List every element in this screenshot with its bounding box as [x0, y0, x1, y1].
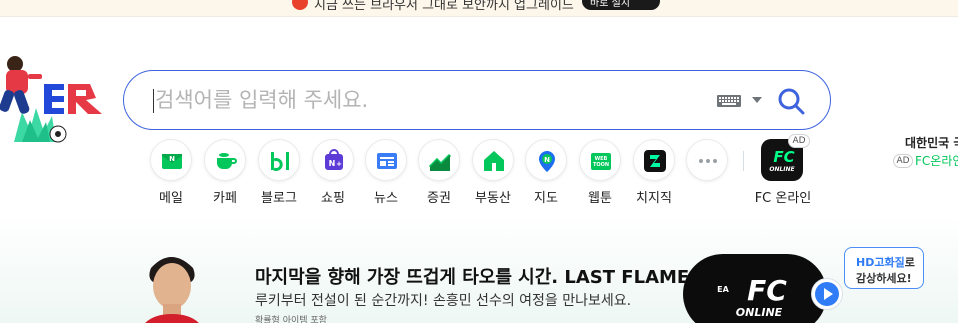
shortcut-label: 증권 [427, 191, 451, 206]
shortcut-label: 메일 [159, 191, 183, 206]
svg-text:FC: FC [773, 148, 794, 166]
hd-tooltip: HD고화질로 감상하세요! [844, 247, 924, 289]
svg-text:ONLINE: ONLINE [769, 166, 795, 173]
banner-note: 확률형 아이템 포함 [255, 316, 327, 323]
svg-text:TOON: TOON [593, 162, 609, 168]
svg-text:ONLINE: ONLINE [736, 306, 783, 319]
ad-badge: AD [893, 154, 913, 168]
keyboard-icon[interactable] [717, 95, 741, 107]
shortcut-label: 뉴스 [374, 191, 398, 206]
webtoon-icon: WEB TOON [579, 139, 621, 181]
shortcut-blog[interactable]: 블로그 [257, 139, 301, 206]
shortcut-stock[interactable]: 증권 [417, 139, 461, 206]
more-icon [686, 139, 728, 181]
tooltip-line1: 로 [904, 256, 915, 269]
cafe-icon [204, 139, 246, 181]
banner-title: 마지막을 향해 가장 뜨겁게 타오를 시간. LAST FLAME. [255, 267, 697, 288]
doodle-logo-image [0, 56, 102, 143]
shortcut-label: FC 온라인 [754, 191, 812, 206]
shortcut-label: 웹툰 [588, 191, 612, 206]
shortcut-fc-online[interactable]: FC ONLINE FC 온라인 [755, 139, 811, 206]
notice-install-button[interactable]: 바로 설치 [582, 0, 660, 10]
shortcut-news[interactable]: 뉴스 [364, 139, 408, 206]
svg-text:N: N [169, 155, 175, 163]
doodle-logo[interactable] [0, 50, 110, 146]
notice-bar: 지금 쓰는 브라우저 그대로 보안까지 업그레이드 바로 설치 [0, 0, 958, 17]
mail-icon: N [150, 139, 192, 181]
ad-badge: AD [788, 134, 810, 148]
stock-icon [418, 139, 460, 181]
shortcut-label: 블로그 [261, 191, 297, 206]
tooltip-line2: 감상하세요! [856, 272, 912, 285]
right-widget-title: 대한민국 국 [905, 136, 958, 150]
shortcut-cafe[interactable]: 카페 [203, 139, 247, 206]
shortcut-realestate[interactable]: 부동산 [471, 139, 515, 206]
svg-text:N: N [544, 156, 550, 164]
shopping-icon: N + [312, 139, 354, 181]
notice-install-label: 바로 설치 [590, 0, 630, 9]
shortcut-divider [743, 151, 744, 171]
right-widget-link[interactable]: FC온라인 [915, 152, 958, 169]
shortcut-chzzk[interactable]: 치지직 [632, 139, 676, 206]
banner-subtitle: 루키부터 전설이 된 순간까지! 손흥민 선수의 여정을 만나보세요. [255, 293, 632, 309]
shortcut-label: 치지직 [636, 191, 672, 206]
notice-text: 지금 쓰는 브라우저 그대로 보안까지 업그레이드 [314, 0, 574, 13]
naver-home: 지금 쓰는 브라우저 그대로 보안까지 업그레이드 바로 설치 검색어를 입력해… [0, 0, 958, 323]
shortcut-webtoon[interactable]: WEB TOON 웹툰 [578, 139, 622, 206]
alert-icon [292, 0, 308, 10]
shortcut-more[interactable] [685, 139, 729, 181]
search-input[interactable] [155, 83, 675, 117]
text-cursor [153, 89, 154, 113]
fc-online-logo: EA FC ONLINE [717, 274, 787, 319]
shortcut-shopping[interactable]: N + 쇼핑 [311, 139, 355, 206]
shortcut-label: 지도 [534, 191, 558, 206]
shortcut-mail[interactable]: N 메일 [149, 139, 193, 206]
fc-online-card[interactable]: EA FC ONLINE [683, 254, 827, 323]
shortcut-map[interactable]: N 지도 [524, 139, 568, 206]
promo-banner[interactable]: 마지막을 향해 가장 뜨겁게 타오를 시간. LAST FLAME. 루키부터 … [0, 215, 958, 323]
svg-text:FC: FC [747, 274, 787, 307]
search-box [123, 70, 831, 130]
play-button[interactable] [811, 278, 843, 310]
svg-text:N: N [329, 159, 336, 168]
blog-icon [258, 139, 300, 181]
player-photo [145, 257, 199, 323]
map-icon: N [525, 139, 567, 181]
svg-text:+: + [336, 160, 342, 168]
search-icon[interactable] [777, 87, 805, 115]
chzzk-icon [633, 139, 675, 181]
play-icon [815, 282, 839, 306]
news-icon [365, 139, 407, 181]
caret-down-icon[interactable] [752, 97, 762, 103]
tooltip-highlight: HD고화질 [856, 256, 905, 269]
realestate-icon [472, 139, 514, 181]
shortcut-label: 부동산 [475, 191, 511, 206]
shortcut-label: 쇼핑 [321, 191, 345, 206]
shortcut-label: 카페 [213, 191, 237, 206]
svg-text:EA: EA [717, 285, 729, 294]
